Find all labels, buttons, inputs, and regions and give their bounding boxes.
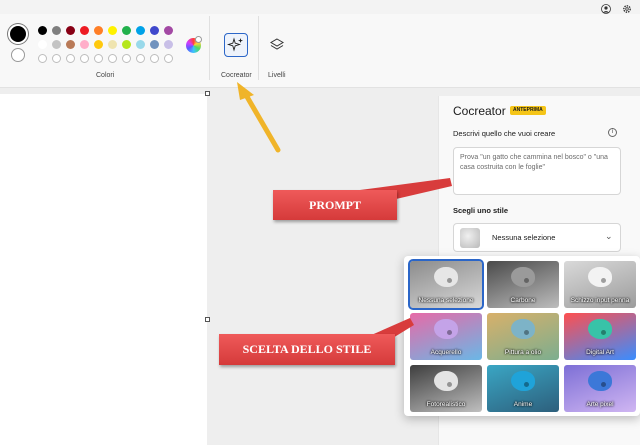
style-callout: SCELTA DELLO STILE xyxy=(219,334,395,365)
color-swatch[interactable] xyxy=(66,40,75,49)
ribbon-toolbar: Colori Cocreator Livelli xyxy=(0,14,640,88)
style-tile[interactable]: Carbone xyxy=(487,261,559,308)
title-bar xyxy=(0,0,640,14)
palette-icon xyxy=(588,267,612,287)
style-thumbnail xyxy=(460,228,480,248)
settings-icon[interactable] xyxy=(622,1,632,13)
color-swatch[interactable] xyxy=(94,40,103,49)
ribbon-divider xyxy=(258,16,259,80)
color-swatch[interactable] xyxy=(80,54,89,63)
color-swatch[interactable] xyxy=(66,26,75,35)
drawing-canvas[interactable] xyxy=(0,94,207,445)
style-tile-label: Acquerello xyxy=(430,349,462,356)
color-swatch[interactable] xyxy=(108,40,117,49)
style-tile-label: Arte pixel xyxy=(586,401,614,408)
prompt-input[interactable]: Prova "un gatto che cammina nel bosco" o… xyxy=(453,147,621,195)
describe-label: Descrivi quello che vuoi creare xyxy=(453,129,556,138)
colors-group-label: Colori xyxy=(96,72,115,79)
chevron-down-icon: ⌄ xyxy=(605,231,613,241)
style-dropdown[interactable]: Nessuna selezione ⌄ xyxy=(453,223,621,252)
style-callout-text: SCELTA DELLO STILE xyxy=(242,342,372,356)
color-swatch[interactable] xyxy=(136,26,145,35)
style-tile[interactable]: Schizzo input penna xyxy=(564,261,636,308)
style-tile-label: Fotorealistico xyxy=(426,401,466,408)
style-tile[interactable]: Fotorealistico xyxy=(410,365,482,412)
layers-icon xyxy=(270,38,284,50)
style-tile-label: Digital Art xyxy=(586,349,614,356)
panel-title: Cocreator xyxy=(453,104,506,118)
style-tile-label: Schizzo input penna xyxy=(570,297,630,304)
ribbon-divider xyxy=(209,16,210,80)
cocreator-button[interactable] xyxy=(224,33,248,57)
color-swatch[interactable] xyxy=(80,26,89,35)
palette-icon xyxy=(511,319,535,339)
style-tile-label: Pittura a olio xyxy=(504,349,542,356)
color-swatch[interactable] xyxy=(150,26,159,35)
selected-style-text: Nessuna selezione xyxy=(492,233,556,242)
edit-colors-badge xyxy=(195,36,202,43)
style-tile-label: Anime xyxy=(513,401,533,408)
color-swatch[interactable] xyxy=(38,54,47,63)
account-icon[interactable] xyxy=(601,1,611,14)
color-swatch[interactable] xyxy=(164,26,173,35)
color-swatch[interactable] xyxy=(122,54,131,63)
palette-icon xyxy=(434,371,458,391)
style-tile[interactable]: Arte pixel xyxy=(564,365,636,412)
style-tile[interactable]: Anime xyxy=(487,365,559,412)
palette-icon xyxy=(434,267,458,287)
color-swatch[interactable] xyxy=(94,26,103,35)
color-swatch[interactable] xyxy=(108,54,117,63)
color-swatch[interactable] xyxy=(66,54,75,63)
sparkle-icon xyxy=(226,37,243,52)
color-swatch[interactable] xyxy=(108,26,117,35)
style-tile[interactable]: Digital Art xyxy=(564,313,636,360)
color-swatch[interactable] xyxy=(94,54,103,63)
color-swatch[interactable] xyxy=(136,40,145,49)
layers-button[interactable] xyxy=(267,35,287,55)
color-swatch[interactable] xyxy=(150,40,159,49)
style-tile[interactable]: Pittura a olio xyxy=(487,313,559,360)
color-swatch[interactable] xyxy=(136,54,145,63)
preview-badge: ANTEPRIMA xyxy=(510,106,546,115)
cocreator-label: Cocreator xyxy=(221,72,252,79)
layers-label: Livelli xyxy=(268,72,286,79)
palette-icon xyxy=(588,371,612,391)
palette-icon xyxy=(511,371,535,391)
style-tile[interactable]: Acquerello xyxy=(410,313,482,360)
color-swatch[interactable] xyxy=(150,54,159,63)
palette-icon xyxy=(588,319,612,339)
color-swatch[interactable] xyxy=(164,54,173,63)
palette-icon xyxy=(434,319,458,339)
color-swatch[interactable] xyxy=(80,40,89,49)
style-tile[interactable]: Nessuna selezione xyxy=(408,259,484,310)
prompt-callout-text: PROMPT xyxy=(309,198,361,212)
color-swatch[interactable] xyxy=(52,40,61,49)
secondary-color-swatch[interactable] xyxy=(11,48,25,62)
color-swatch[interactable] xyxy=(52,26,61,35)
palette-icon xyxy=(511,267,535,287)
info-icon[interactable]: i xyxy=(608,128,617,137)
color-swatch[interactable] xyxy=(122,40,131,49)
canvas-resize-handle[interactable] xyxy=(205,317,210,322)
primary-color-swatch[interactable] xyxy=(10,26,26,42)
style-tile-label: Carbone xyxy=(510,297,536,304)
style-tile-label: Nessuna selezione xyxy=(418,297,474,304)
style-flyout: Nessuna selezione Carbone Schizzo input pe… xyxy=(404,256,640,416)
canvas-resize-handle[interactable] xyxy=(205,91,210,96)
prompt-callout: PROMPT xyxy=(273,190,397,220)
color-swatch[interactable] xyxy=(52,54,61,63)
color-swatch[interactable] xyxy=(38,40,47,49)
color-swatch[interactable] xyxy=(122,26,131,35)
color-swatch[interactable] xyxy=(38,26,47,35)
choose-style-label: Scegli uno stile xyxy=(453,206,509,215)
color-swatch[interactable] xyxy=(164,40,173,49)
